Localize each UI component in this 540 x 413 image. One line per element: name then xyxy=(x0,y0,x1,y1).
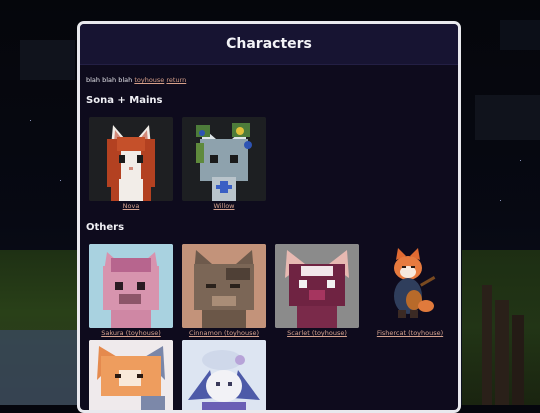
character-name-cinnamon[interactable]: Cinnamon (toyhouse) xyxy=(181,329,267,337)
character-card-white-creature[interactable] xyxy=(181,340,267,410)
section-title-others: Others xyxy=(86,222,125,233)
toyhouse-link[interactable]: toyhouse xyxy=(134,76,164,84)
character-card-scarlet[interactable]: Scarlet (toyhouse) xyxy=(274,244,360,337)
intro-text: blah blah blah toyhouse return xyxy=(86,76,186,84)
character-name-sakura[interactable]: Sakura (toyhouse) xyxy=(88,329,174,337)
white-creature-portrait-icon[interactable] xyxy=(182,340,266,410)
return-link[interactable]: return xyxy=(166,76,186,84)
character-card-fishercat[interactable]: Fishercat (toyhouse) xyxy=(367,244,453,337)
character-card-cinnamon[interactable]: Cinnamon (toyhouse) xyxy=(181,244,267,337)
character-card-orange-fox[interactable] xyxy=(88,340,174,410)
section-title-sona-mains: Sona + Mains xyxy=(86,95,163,106)
character-name-scarlet[interactable]: Scarlet (toyhouse) xyxy=(274,329,360,337)
characters-panel: Characters blah blah blah toyhouse retur… xyxy=(77,21,461,413)
character-name-fishercat[interactable]: Fishercat (toyhouse) xyxy=(367,329,453,337)
orange-fox-portrait-icon[interactable] xyxy=(89,340,173,410)
character-card-sakura[interactable]: Sakura (toyhouse) xyxy=(88,244,174,337)
fox-guitar-portrait-icon[interactable] xyxy=(368,244,452,328)
character-name-nova[interactable]: Nova xyxy=(88,202,174,210)
orange-cat-portrait-icon[interactable] xyxy=(89,117,173,201)
character-card-willow[interactable]: Willow xyxy=(181,117,267,210)
magenta-cat-portrait-icon[interactable] xyxy=(275,244,359,328)
brown-cat-portrait-icon[interactable] xyxy=(182,244,266,328)
character-name-willow[interactable]: Willow xyxy=(181,202,267,210)
panel-header: Characters xyxy=(80,24,458,65)
grey-cat-flower-crown-portrait-icon[interactable] xyxy=(182,117,266,201)
character-card-nova[interactable]: Nova xyxy=(88,117,174,210)
intro-blurb: blah blah blah xyxy=(86,76,133,84)
pink-cat-portrait-icon[interactable] xyxy=(89,244,173,328)
page-title: Characters xyxy=(226,36,312,52)
